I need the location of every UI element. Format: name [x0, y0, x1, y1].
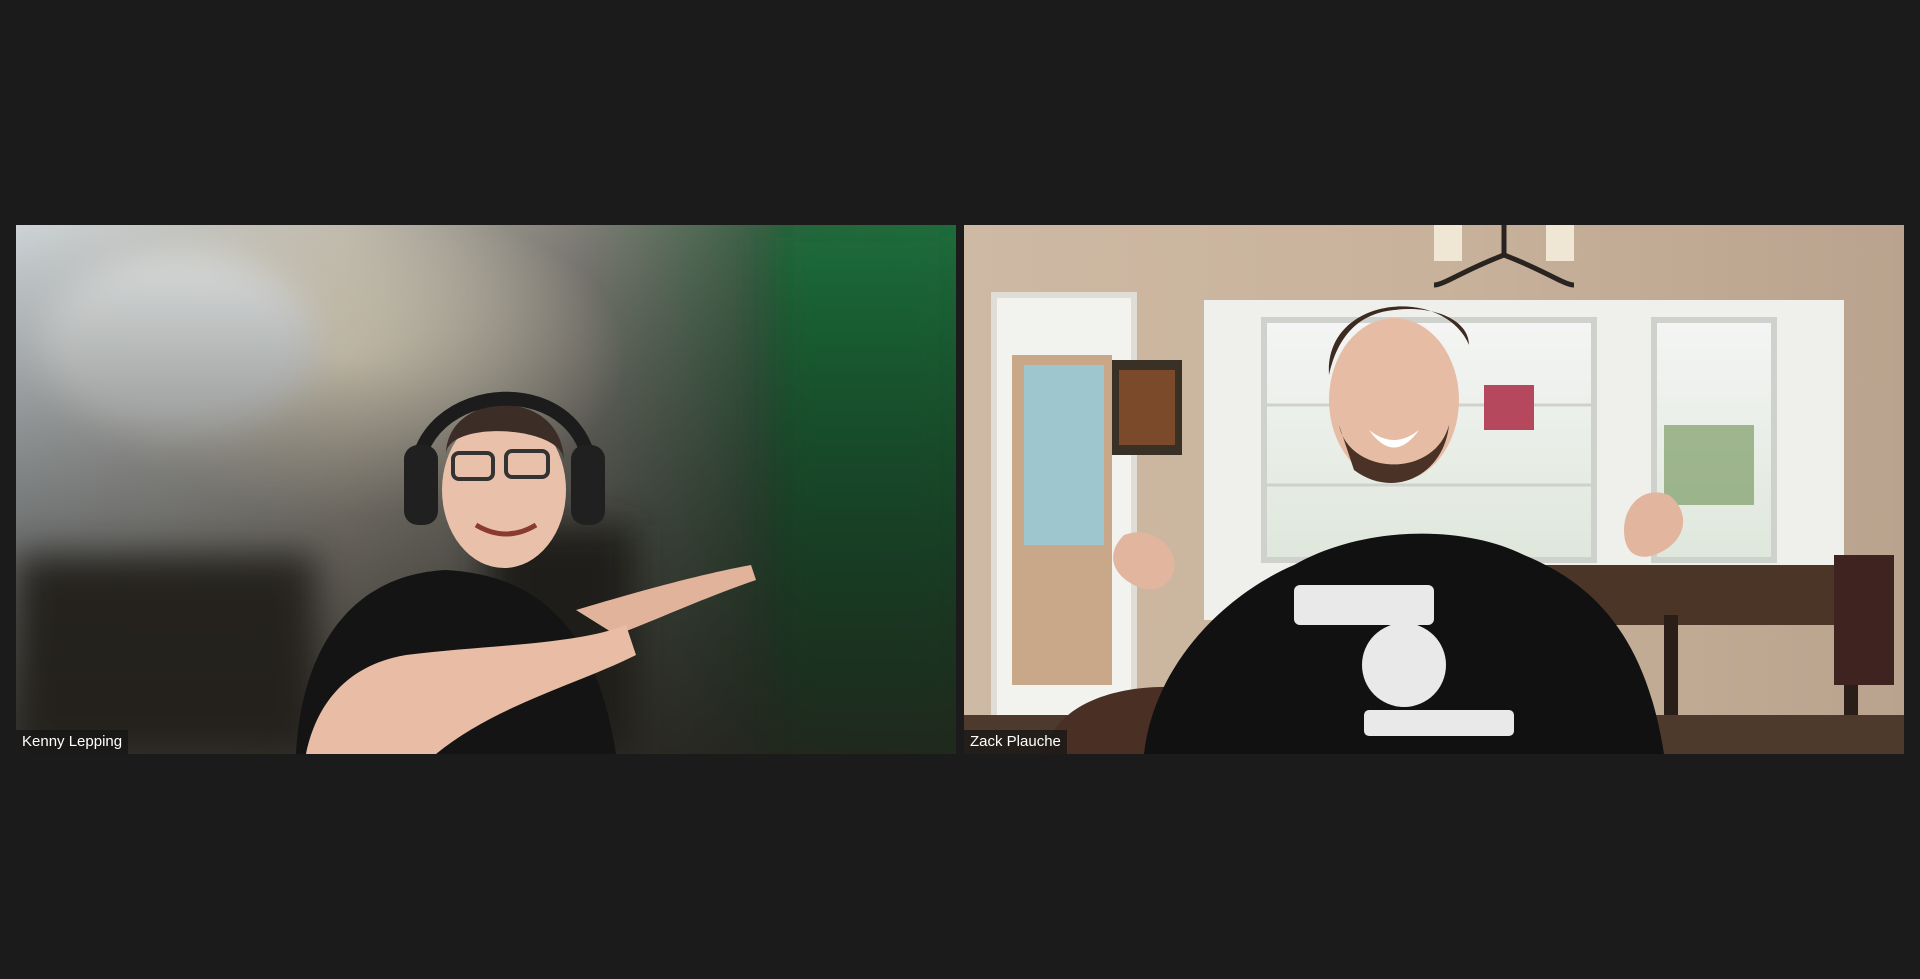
participant-video-feed	[16, 225, 956, 754]
participant-name-label: Zack Plauche	[964, 730, 1067, 754]
meeting-gallery-view: Kenny Lepping Zack Plauche	[0, 0, 1920, 979]
participant-name-label: Kenny Lepping	[16, 730, 129, 754]
participant-video-feed	[964, 225, 1904, 754]
participant-tile-zack[interactable]: Zack Plauche	[964, 225, 1904, 754]
participant-tile-kenny[interactable]: Kenny Lepping	[16, 225, 956, 754]
